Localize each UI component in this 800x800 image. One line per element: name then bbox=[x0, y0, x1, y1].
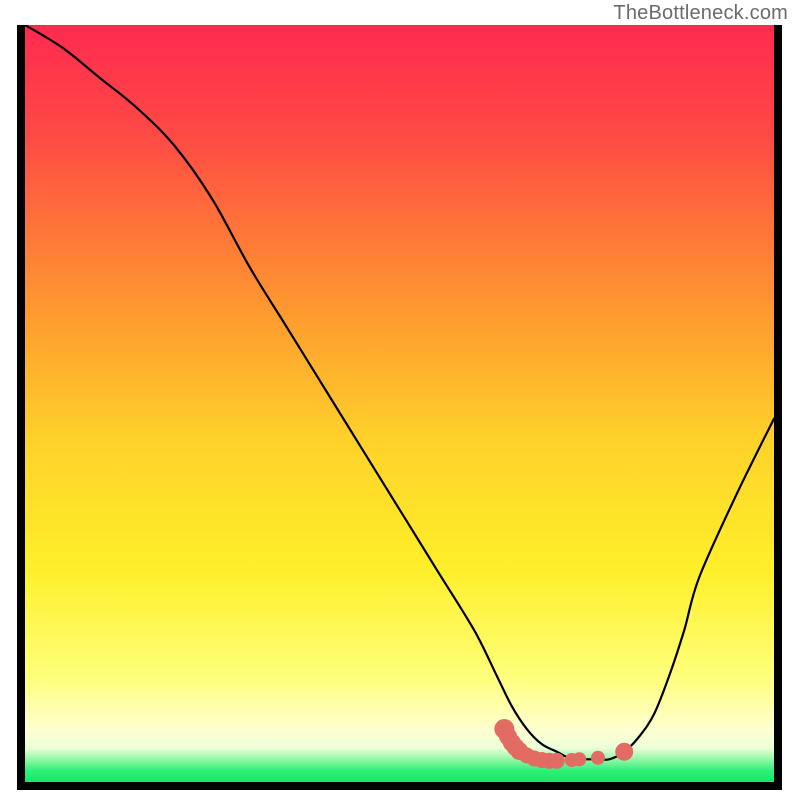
gradient-background bbox=[25, 25, 774, 782]
chart-canvas: TheBottleneck.com bbox=[0, 0, 800, 800]
watermark-text: TheBottleneck.com bbox=[613, 2, 788, 25]
plot-frame bbox=[17, 25, 782, 790]
highlight-dot bbox=[572, 752, 586, 766]
chart-svg bbox=[25, 25, 774, 782]
plot-area bbox=[25, 25, 774, 782]
highlight-dot bbox=[549, 753, 565, 769]
highlight-dot bbox=[615, 743, 633, 761]
highlight-dot bbox=[591, 751, 605, 765]
